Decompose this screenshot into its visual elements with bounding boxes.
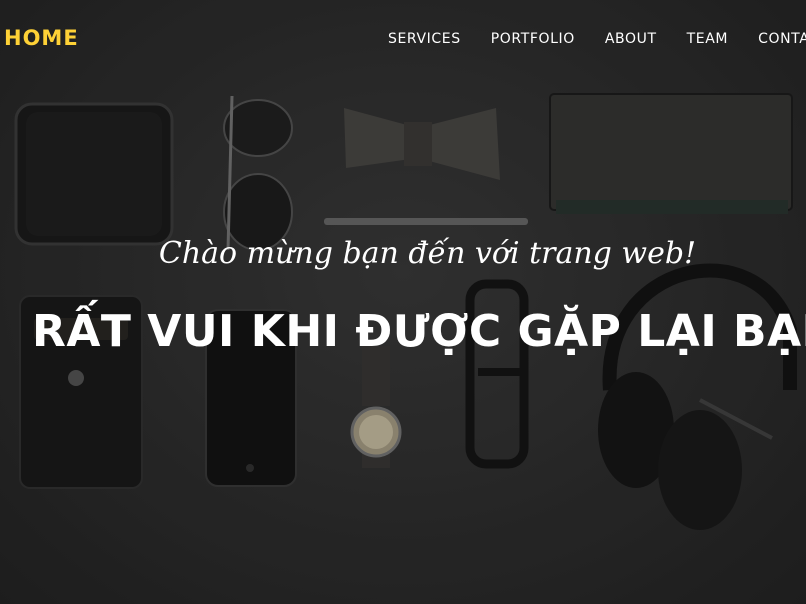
nav-link-services[interactable]: SERVICES <box>388 31 461 47</box>
hero-section: HOME SERVICES PORTFOLIO ABOUT TEAM CONTA… <box>0 0 806 604</box>
nav-link-about[interactable]: ABOUT <box>605 31 657 47</box>
hero-overlay <box>0 0 806 604</box>
hero-heading: RẤT VUI KHI ĐƯỢC GẶP LẠI BẠN <box>32 306 806 357</box>
nav-link-team[interactable]: TEAM <box>687 31 728 47</box>
brand-logo-link[interactable]: HOME <box>4 26 79 50</box>
nav-link-contact[interactable]: CONTACT <box>758 31 806 47</box>
hero-lead-text: Chào mừng bạn đến với trang web! <box>158 236 697 271</box>
top-navbar: HOME SERVICES PORTFOLIO ABOUT TEAM CONTA… <box>0 0 806 78</box>
nav-menu: SERVICES PORTFOLIO ABOUT TEAM CONTACT <box>388 31 806 47</box>
nav-link-portfolio[interactable]: PORTFOLIO <box>491 31 575 47</box>
